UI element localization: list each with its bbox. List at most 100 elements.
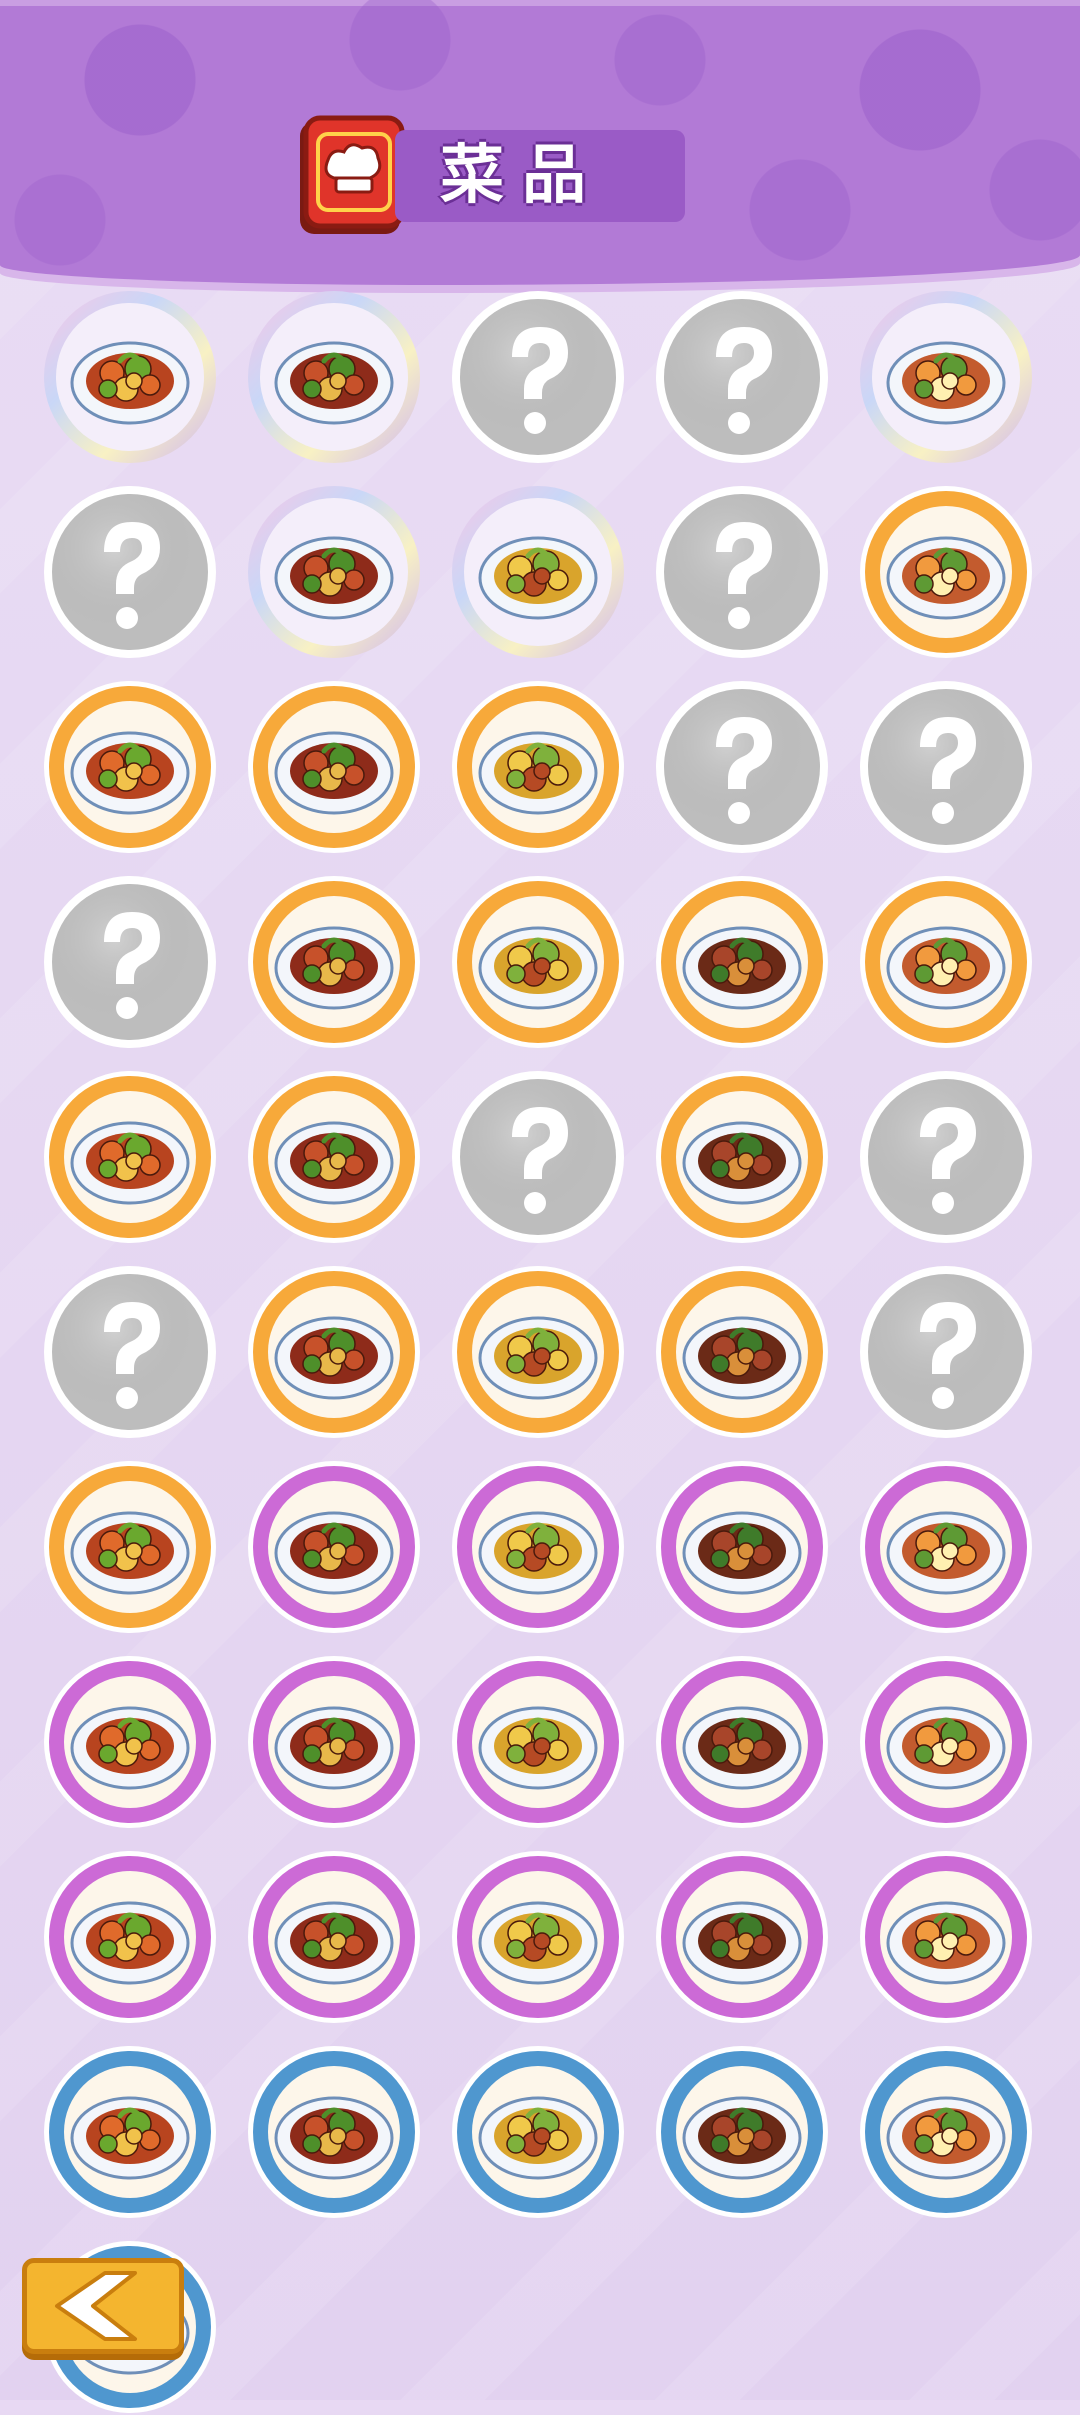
dish-slot[interactable] xyxy=(858,1654,1034,1830)
roast-meat-icon xyxy=(44,1461,216,1633)
dish-slot[interactable] xyxy=(858,289,1034,465)
potato-strips-icon xyxy=(44,2046,216,2218)
mapo-tofu-icon xyxy=(248,876,420,1048)
dish-slot[interactable] xyxy=(42,1264,218,1440)
noodle-soup-icon xyxy=(452,1851,624,2023)
dish-slot[interactable] xyxy=(858,1069,1034,1245)
dish-slot[interactable] xyxy=(246,1654,422,1830)
dish-slot[interactable] xyxy=(450,679,626,855)
dish-slot[interactable] xyxy=(450,1654,626,1830)
question-mark-icon xyxy=(656,681,828,853)
dish-slot[interactable] xyxy=(450,289,626,465)
back-arrow-icon xyxy=(55,2271,137,2341)
dish-slot[interactable] xyxy=(450,1459,626,1635)
claypot-icon xyxy=(452,681,624,853)
eggplant-icon xyxy=(248,1461,420,1633)
dish-slot[interactable] xyxy=(654,1264,830,1440)
dish-slot[interactable] xyxy=(42,1654,218,1830)
tofu-stir-fry-icon xyxy=(656,1461,828,1633)
ramen-icon xyxy=(656,1656,828,1828)
braised-pork-icon xyxy=(452,486,624,658)
dish-slot[interactable] xyxy=(42,874,218,1050)
dumplings-icon xyxy=(656,1266,828,1438)
dish-slot[interactable] xyxy=(858,1459,1034,1635)
dish-slot[interactable] xyxy=(42,679,218,855)
skewers-icon xyxy=(860,1461,1032,1633)
dish-slot[interactable] xyxy=(246,679,422,855)
dish-slot[interactable] xyxy=(450,874,626,1050)
egg-rice-bowl-icon xyxy=(452,2046,624,2218)
dish-slot[interactable] xyxy=(858,874,1034,1050)
meatballs-icon xyxy=(656,876,828,1048)
dish-slot[interactable] xyxy=(246,289,422,465)
dish-slot[interactable] xyxy=(450,484,626,660)
dish-slot[interactable] xyxy=(246,874,422,1050)
wonton-icon xyxy=(452,1656,624,1828)
dish-slot[interactable] xyxy=(42,484,218,660)
dish-grid xyxy=(0,285,1080,2413)
dish-slot[interactable] xyxy=(246,484,422,660)
dish-slot[interactable] xyxy=(42,1459,218,1635)
roast-duck-icon xyxy=(452,1266,624,1438)
question-mark-icon xyxy=(860,681,1032,853)
question-mark-icon xyxy=(656,486,828,658)
scrambled-egg-icon xyxy=(248,2046,420,2218)
dish-slot[interactable] xyxy=(42,2044,218,2220)
seaweed-icon xyxy=(452,1461,624,1633)
page-title: 菜品 xyxy=(440,139,604,213)
green-noodles-icon xyxy=(860,2046,1032,2218)
pepper-beef-icon xyxy=(44,1071,216,1243)
coconut-soup-icon xyxy=(452,876,624,1048)
dish-slot[interactable] xyxy=(450,1849,626,2025)
dish-slot[interactable] xyxy=(858,2044,1034,2220)
dish-slot[interactable] xyxy=(654,289,830,465)
dish-slot[interactable] xyxy=(654,484,830,660)
kung-pao-icon xyxy=(248,291,420,463)
dish-slot[interactable] xyxy=(858,679,1034,855)
dish-slot[interactable] xyxy=(858,484,1034,660)
burger-icon xyxy=(860,1656,1032,1828)
red-braised-pork-icon xyxy=(248,1071,420,1243)
dish-slot[interactable] xyxy=(42,289,218,465)
dish-slot[interactable] xyxy=(858,1264,1034,1440)
egg-custard-icon xyxy=(860,291,1032,463)
greens-icon xyxy=(248,1851,420,2023)
dish-slot[interactable] xyxy=(654,2044,830,2220)
dish-slot[interactable] xyxy=(42,1069,218,1245)
dish-slot[interactable] xyxy=(246,1849,422,2025)
question-mark-icon xyxy=(44,1266,216,1438)
question-mark-icon xyxy=(860,1266,1032,1438)
dish-slot[interactable] xyxy=(450,1069,626,1245)
fried-chicken-icon xyxy=(44,1656,216,1828)
dish-slot[interactable] xyxy=(654,874,830,1050)
dish-slot[interactable] xyxy=(450,2044,626,2220)
dish-slot[interactable] xyxy=(858,1849,1034,2025)
question-mark-icon xyxy=(44,876,216,1048)
dish-slot[interactable] xyxy=(654,1654,830,1830)
back-button[interactable] xyxy=(22,2258,184,2354)
question-mark-icon xyxy=(452,291,624,463)
dish-slot[interactable] xyxy=(246,1459,422,1635)
dish-slot[interactable] xyxy=(246,2044,422,2220)
dish-slot[interactable] xyxy=(654,679,830,855)
question-mark-icon xyxy=(452,1071,624,1243)
dish-slot[interactable] xyxy=(654,1069,830,1245)
stir-fry-beans-icon xyxy=(44,681,216,853)
dish-slot[interactable] xyxy=(654,1849,830,2025)
fried-egg-noodles-icon xyxy=(656,2046,828,2218)
beef-stew-icon xyxy=(656,1071,828,1243)
fish-head-icon xyxy=(248,486,420,658)
dish-slot[interactable] xyxy=(450,1264,626,1440)
soup-pot-icon xyxy=(44,291,216,463)
dish-slot[interactable] xyxy=(654,1459,830,1635)
egg-soup-icon xyxy=(248,1656,420,1828)
dish-slot[interactable] xyxy=(246,1069,422,1245)
question-mark-icon xyxy=(44,486,216,658)
cabbage-icon xyxy=(860,876,1032,1048)
dongpo-pork-icon xyxy=(860,486,1032,658)
dish-slot[interactable] xyxy=(246,1264,422,1440)
chicken-stir-fry-icon xyxy=(248,681,420,853)
dish-slot[interactable] xyxy=(42,1849,218,2025)
bean-stew-icon xyxy=(44,1851,216,2023)
question-mark-icon xyxy=(656,291,828,463)
